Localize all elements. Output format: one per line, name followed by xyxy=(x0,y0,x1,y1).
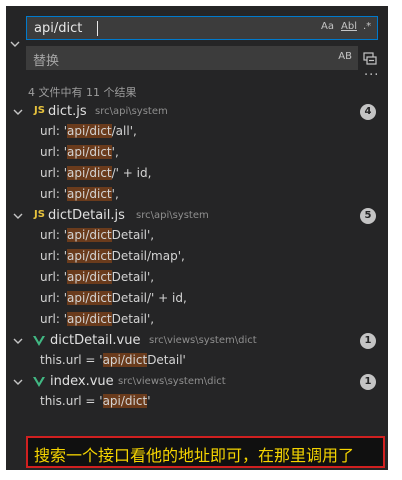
match-prefix: url: ' xyxy=(40,312,68,326)
match-row[interactable]: url: 'api/dict/all', xyxy=(6,122,388,143)
match-prefix: url: ' xyxy=(40,166,68,180)
match-suffix: ', xyxy=(111,145,119,159)
match-row[interactable]: url: 'api/dict', xyxy=(6,143,388,164)
file-row[interactable]: dictDetail.vue src\views\system\dict 1 xyxy=(6,331,388,351)
match-prefix: url: ' xyxy=(40,249,68,263)
search-input[interactable]: api/dict Aa Abl .* xyxy=(26,16,378,40)
match-suffix: Detail/' + id, xyxy=(111,291,187,305)
match-prefix: url: ' xyxy=(40,228,68,242)
replace-placeholder: 替换 xyxy=(33,54,60,69)
match-row[interactable]: url: 'api/dictDetail', xyxy=(6,268,388,289)
results-tree: JS dict.js src\api\system 4 url: 'api/dict/a… xyxy=(6,102,388,413)
match-row[interactable]: url: 'api/dictDetail', xyxy=(6,310,388,331)
file-path: src\views\system\dict xyxy=(149,335,257,346)
match-row[interactable]: url: 'api/dict/' + id, xyxy=(6,164,388,185)
file-name: index.vue xyxy=(50,374,114,389)
js-file-icon: JS xyxy=(34,209,45,220)
search-input-value: api/dict xyxy=(34,21,83,36)
chevron-down-icon[interactable] xyxy=(13,377,23,387)
match-row[interactable]: url: 'api/dict', xyxy=(6,185,388,206)
match-suffix: Detail' xyxy=(147,353,186,367)
match-line: this.url = 'api/dict' xyxy=(40,394,151,408)
match-suffix: /' + id, xyxy=(111,166,152,180)
match-suffix: ' xyxy=(147,394,151,408)
match-line: url: 'api/dict/all', xyxy=(40,124,137,138)
vue-file-icon xyxy=(33,336,45,346)
match-suffix: Detail', xyxy=(111,270,155,284)
annotation-text: 搜索一个接口看他的地址即可，在那里调用了 xyxy=(34,446,355,465)
match-line: url: 'api/dictDetail', xyxy=(40,228,154,242)
vue-file-icon xyxy=(33,377,45,387)
match-line: url: 'api/dict', xyxy=(40,145,119,159)
replace-input[interactable]: 替换 AB xyxy=(26,46,358,70)
file-path: src\api\system xyxy=(136,210,209,221)
match-row[interactable]: url: 'api/dictDetail/map', xyxy=(6,247,388,268)
text-cursor xyxy=(97,21,98,36)
match-highlight: api/dict xyxy=(67,249,112,263)
chevron-down-icon[interactable] xyxy=(10,39,20,49)
match-prefix: url: ' xyxy=(40,270,68,284)
match-suffix: Detail', xyxy=(111,228,155,242)
file-name: dictDetail.vue xyxy=(50,333,141,348)
match-highlight: api/dict xyxy=(102,394,148,408)
match-line: url: 'api/dictDetail/map', xyxy=(40,249,185,263)
file-name: dictDetail.js xyxy=(48,208,125,223)
match-row[interactable]: this.url = 'api/dict' xyxy=(6,392,388,413)
regex-icon[interactable]: .* xyxy=(363,21,371,32)
match-prefix: url: ' xyxy=(40,124,68,138)
match-whole-word-icon[interactable]: Abl xyxy=(341,21,357,32)
match-suffix: ', xyxy=(111,187,119,201)
match-count-badge: 1 xyxy=(360,374,376,390)
match-row[interactable]: url: 'api/dictDetail', xyxy=(6,226,388,247)
file-row[interactable]: JS dictDetail.js src\api\system 5 xyxy=(6,206,388,226)
search-panel: api/dict Aa Abl .* 替换 AB ··· 4 文件中有 11 个… xyxy=(6,6,388,470)
replace-all-icon[interactable] xyxy=(362,50,378,66)
chevron-down-icon[interactable] xyxy=(13,107,23,117)
match-suffix: /all', xyxy=(111,124,137,138)
match-line: url: 'api/dictDetail/' + id, xyxy=(40,291,187,305)
file-row[interactable]: JS dict.js src\api\system 4 xyxy=(6,102,388,122)
match-highlight: api/dict xyxy=(67,145,112,159)
match-count-badge: 1 xyxy=(360,333,376,349)
more-actions-icon[interactable]: ··· xyxy=(364,68,379,83)
match-count-badge: 5 xyxy=(360,208,376,224)
match-highlight: api/dict xyxy=(67,312,112,326)
match-suffix: Detail', xyxy=(111,312,155,326)
match-row[interactable]: url: 'api/dictDetail/' + id, xyxy=(6,289,388,310)
file-row[interactable]: index.vue src\views\system\dict 1 xyxy=(6,372,388,392)
match-case-icon[interactable]: Aa xyxy=(321,21,334,32)
chevron-down-icon[interactable] xyxy=(13,336,23,346)
match-highlight: api/dict xyxy=(67,187,112,201)
match-highlight: api/dict xyxy=(67,228,112,242)
match-prefix: url: ' xyxy=(40,187,68,201)
match-highlight: api/dict xyxy=(67,291,112,305)
match-prefix: url: ' xyxy=(40,145,68,159)
match-row[interactable]: this.url = 'api/dictDetail' xyxy=(6,351,388,372)
match-prefix: this.url = ' xyxy=(40,353,103,367)
match-line: url: 'api/dictDetail', xyxy=(40,270,154,284)
results-summary: 4 文件中有 11 个结果 xyxy=(28,86,137,99)
preserve-case-icon[interactable]: AB xyxy=(338,51,352,62)
file-path: src\views\system\dict xyxy=(118,376,226,387)
match-prefix: this.url = ' xyxy=(40,394,103,408)
match-line: url: 'api/dict/' + id, xyxy=(40,166,151,180)
annotation-banner: 搜索一个接口看他的地址即可，在那里调用了 xyxy=(26,436,385,468)
file-path: src\api\system xyxy=(95,106,168,117)
match-line: url: 'api/dictDetail', xyxy=(40,312,154,326)
match-highlight: api/dict xyxy=(102,353,148,367)
chevron-down-icon[interactable] xyxy=(13,211,23,221)
match-line: this.url = 'api/dictDetail' xyxy=(40,353,186,367)
match-highlight: api/dict xyxy=(67,166,112,180)
match-highlight: api/dict xyxy=(67,124,112,138)
file-name: dict.js xyxy=(48,104,87,119)
match-prefix: url: ' xyxy=(40,291,68,305)
match-highlight: api/dict xyxy=(67,270,112,284)
match-suffix: Detail/map', xyxy=(111,249,185,263)
match-line: url: 'api/dict', xyxy=(40,187,119,201)
match-count-badge: 4 xyxy=(360,104,376,120)
js-file-icon: JS xyxy=(34,105,45,116)
